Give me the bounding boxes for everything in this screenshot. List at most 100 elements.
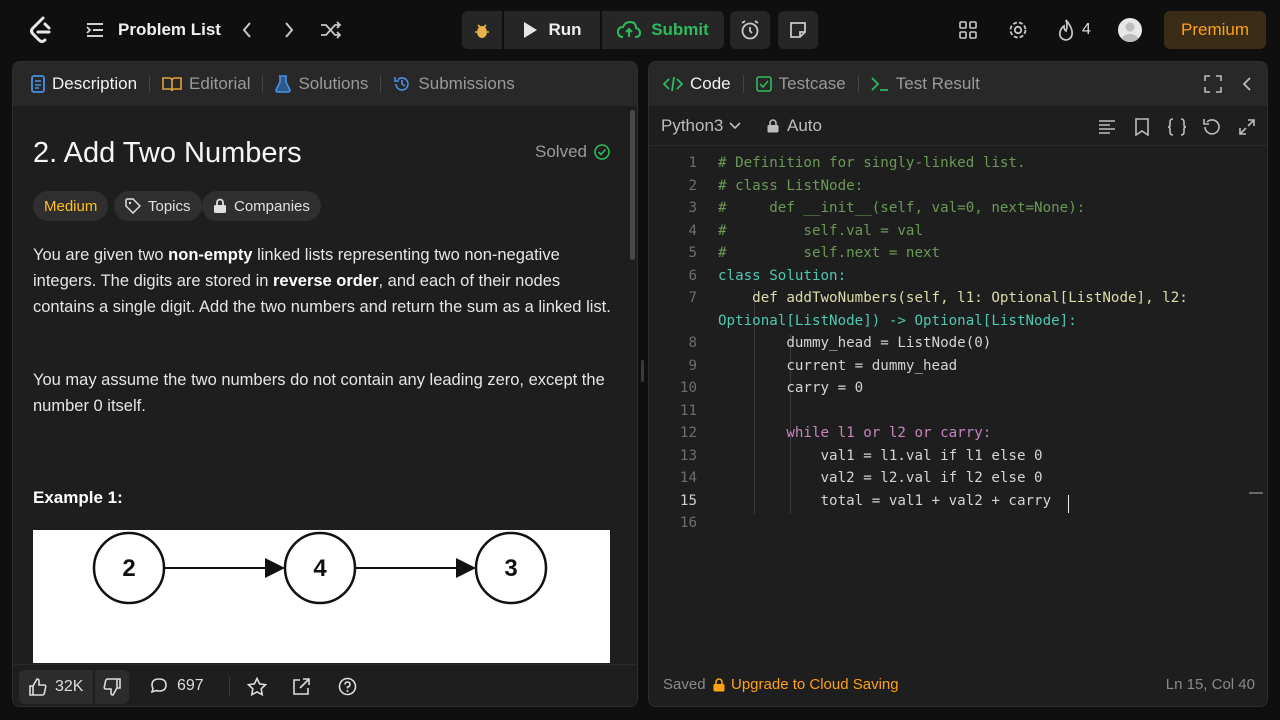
code-line: 13 val1 = l1.val if l1 else 0 [649,447,1267,471]
premium-button[interactable]: Premium [1164,11,1266,49]
tab-description-label: Description [52,74,138,93]
problem-list-icon[interactable] [86,21,104,39]
code-text: val1 = l1.val if l1 else 0 [718,447,1043,464]
code-text: def addTwoNumbers(self, l1: Optional[Lis… [718,290,1188,306]
play-icon [524,22,538,38]
submit-label: Submit [651,20,709,39]
tab-submissions[interactable]: Submissions [393,74,526,94]
tab-description[interactable]: Description [31,74,149,94]
line-number: 13 [679,447,697,464]
code-text: Optional[ListNode]) -> Optional[ListNode… [718,312,1077,329]
desc-bold: reverse order [273,272,379,290]
tab-solutions[interactable]: Solutions [275,74,380,94]
problem-note: You may assume the two numbers do not co… [33,371,605,415]
linked-list-svg: 2 4 3 [92,531,548,605]
code-text: dummy_head = ListNode(0) [718,335,992,351]
language-select[interactable]: Python3 [661,116,741,136]
text-cursor [1068,495,1069,513]
reset-code-button[interactable] [1202,117,1222,137]
cursor-position: Ln 15, Col 40 [1165,676,1255,693]
description-scrollbar[interactable] [630,110,635,260]
lock-icon [713,677,725,691]
editor-scroll-marker[interactable] [1249,492,1263,494]
line-number: 14 [679,470,697,486]
tab-testcase[interactable]: Testcase [755,74,858,94]
streak-count: 4 [1082,21,1091,38]
problem-description: You are given two non-empty linked lists… [33,242,618,320]
timer-button[interactable] [730,11,770,49]
code-line: 5 # self.next = next [649,245,1267,268]
difficulty-label: Medium [44,197,98,215]
line-number: 12 [679,425,697,441]
upgrade-cloud-link[interactable]: Upgrade to Cloud Saving [713,676,899,693]
panel-resize-handle[interactable] [641,360,644,382]
checkbox-icon [755,76,772,92]
comment-count: 697 [177,677,204,694]
difficulty-badge[interactable]: Medium [33,191,109,221]
top-bar: Problem List Run Submit 4 Premium [0,0,1280,60]
bookmark-button[interactable] [1132,117,1152,137]
run-label: Run [548,20,582,39]
share-button[interactable] [292,677,311,696]
description-tabs: Description Editorial Solutions Submissi… [13,62,637,106]
notes-button[interactable] [778,11,818,49]
format-button[interactable] [1097,117,1117,137]
maximize-button[interactable] [1204,75,1222,98]
tab-code[interactable]: Code [663,74,743,94]
layout-button[interactable] [956,18,980,42]
companies-button[interactable]: Companies [202,191,321,221]
bug-icon [475,24,489,38]
tab-test-result[interactable]: Test Result [871,74,992,94]
lock-icon [767,119,779,133]
line-number: 2 [688,177,697,194]
dislike-button[interactable] [95,670,130,704]
description-panel: Description Editorial Solutions Submissi… [12,61,638,707]
expand-icon [1204,75,1222,93]
desc-bold: non-empty [168,246,253,264]
run-button[interactable]: Run [504,11,600,49]
help-button[interactable] [338,677,357,696]
code-line: 9 current = dummy_head [649,357,1267,381]
code-line: 16 [649,515,1267,538]
auto-mode[interactable]: Auto [767,116,822,136]
code-text: current = dummy_head [718,357,958,374]
comments-button[interactable]: 697 [150,677,204,695]
footer-divider [229,677,230,697]
line-number: 16 [679,515,697,531]
terminal-icon [871,77,888,91]
check-circle-icon [594,144,610,160]
tab-editorial[interactable]: Editorial [162,74,262,94]
favorite-button[interactable] [247,677,267,697]
problem-title: 2. Add Two Numbers [33,137,302,169]
help-circle-icon [338,677,357,696]
collapse-panel-button[interactable] [1242,76,1252,97]
debug-button[interactable] [462,11,502,49]
code-text: while l1 or l2 or carry: [718,425,992,441]
topics-button[interactable]: Topics [114,191,202,221]
tab-editorial-label: Editorial [189,74,251,93]
leetcode-logo-icon[interactable] [28,16,54,44]
problem-list-link[interactable]: Problem List [118,20,221,40]
node-value: 4 [313,555,327,582]
settings-button[interactable] [1006,18,1030,42]
next-problem-button[interactable] [278,18,300,42]
braces-button[interactable] [1167,117,1187,137]
code-line: 3 # def __init__(self, val=0, next=None): [649,200,1267,223]
code-editor[interactable]: 1 # Definition for singly-linked list. 2 #… [649,154,1267,654]
line-number: 15 [679,492,697,509]
like-button[interactable]: 32K [19,670,94,704]
note-icon [790,22,806,38]
tag-icon [125,198,141,214]
code-text: # def __init__(self, val=0, next=None): [718,200,1086,216]
node-value: 3 [504,555,517,582]
tab-test-result-label: Test Result [895,74,980,93]
code-line: 2 # class ListNode: [649,177,1267,201]
streak-button[interactable] [1054,18,1078,42]
prev-problem-button[interactable] [236,18,258,42]
avatar[interactable] [1118,18,1142,42]
submit-button[interactable]: Submit [602,11,724,49]
fullscreen-button[interactable] [1237,117,1257,137]
random-problem-button[interactable] [318,18,344,42]
curly-braces-icon [1167,118,1187,136]
code-tabs: Code Testcase Test Result [649,62,1267,106]
